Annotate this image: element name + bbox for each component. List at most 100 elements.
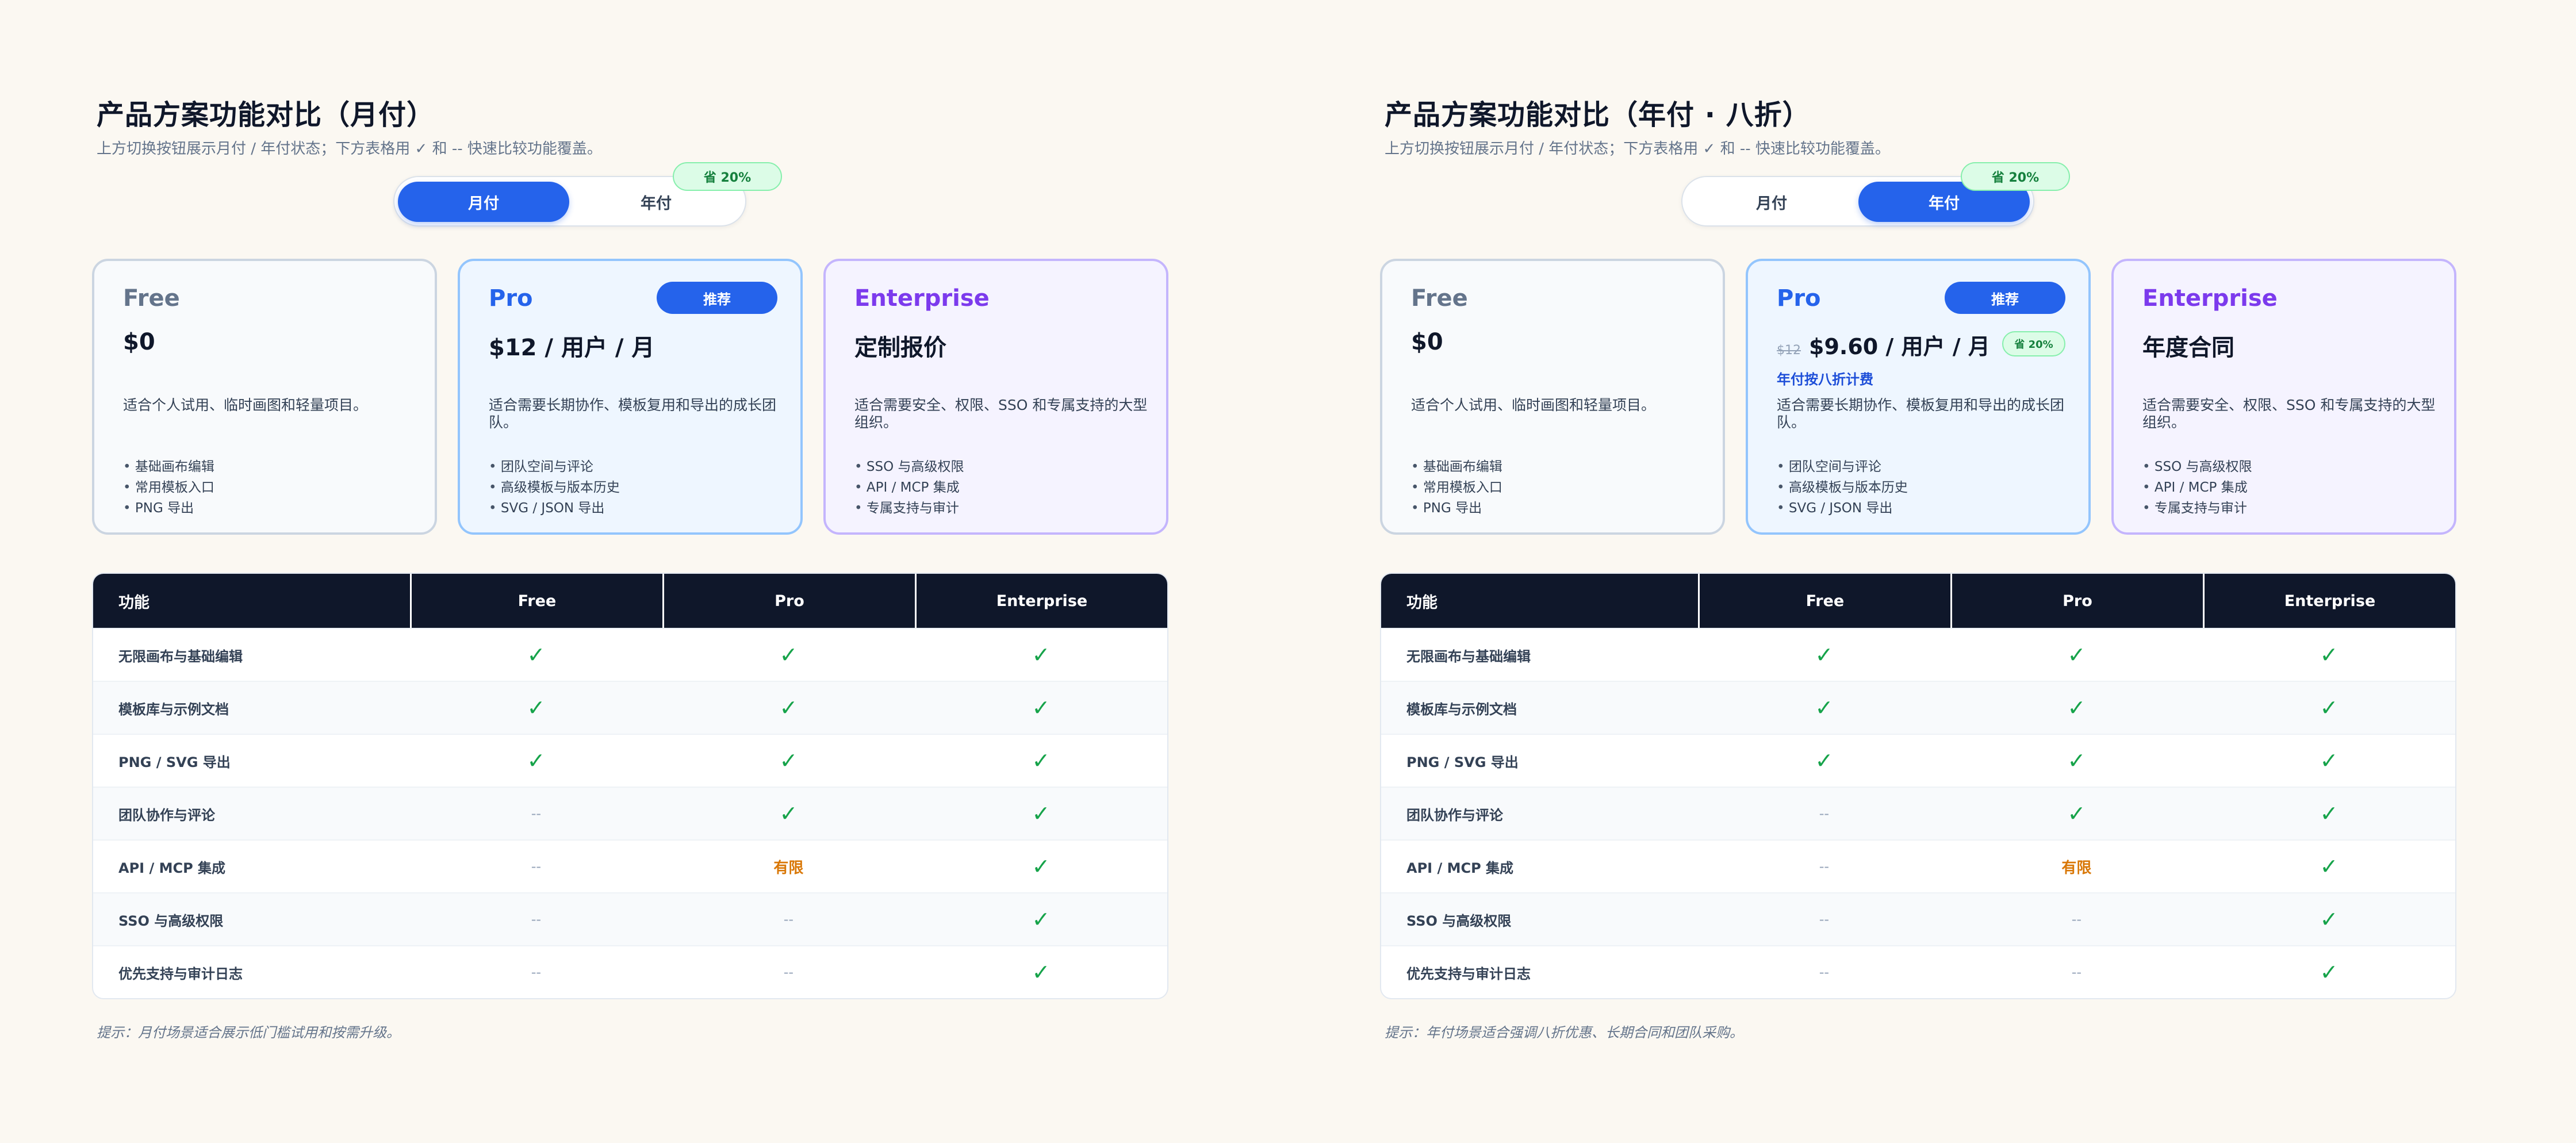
plan-feature: 团队空间与评论 [489,457,620,477]
feature-cell-included: ✓ [915,946,1167,998]
feature-cell-included: ✓ [2203,682,2455,734]
check-icon: ✓ [2320,854,2339,879]
plan-feature: SSO 与高级权限 [2142,457,2252,477]
plan-feature: PNG 导出 [123,498,214,519]
feature-cell-included: ✓ [1698,629,1950,681]
plan-feature: API / MCP 集成 [854,477,964,498]
monthly-pricing-panel: 产品方案功能对比（月付） 上方切换按钮展示月付 / 年付状态；下方表格用 ✓ 和… [92,0,1173,1143]
plan-card-enterprise[interactable]: Enterprise 年度合同 适合需要安全、权限、SSO 和专属支持的大型组织… [2111,259,2456,535]
plan-feature: 基础画布编辑 [1411,457,1502,477]
feature-cell-included: ✓ [2203,629,2455,681]
plan-card-pro[interactable]: Pro 推荐 $12 / 用户 / 月 适合需要长期协作、模板复用和导出的成长团… [458,259,803,535]
check-icon: ✓ [779,748,798,773]
feature-comparison-table: 功能 Free Pro Enterprise 无限画布与基础编辑 ✓ ✓ ✓ 模板库与示例文档 ✓… [92,573,1168,999]
plan-feature: SVG / JSON 导出 [489,498,620,519]
plan-name: Pro [489,285,533,312]
plan-feature: PNG 导出 [1411,498,1502,519]
feature-name: 无限画布与基础编辑 [1406,648,1531,665]
plan-name: Pro [1777,285,1821,312]
check-icon: ✓ [1032,854,1051,879]
feature-name: 优先支持与审计日志 [1406,965,1531,982]
plan-card-pro[interactable]: Pro 推荐 $12 $9.60 / 用户 / 月 省 20% 年付按八折计费 … [1746,259,2091,535]
plan-feature: 团队空间与评论 [1777,457,1908,477]
plan-feature-list: 基础画布编辑 常用模板入口 PNG 导出 [1411,457,1502,519]
original-price: $12 [1777,343,1801,358]
feature-cell-excluded: -- [1698,841,1950,892]
feature-cell-included: ✓ [915,735,1167,787]
plan-feature: SVG / JSON 导出 [1777,498,1908,519]
plan-description: 适合个人试用、临时画图和轻量项目。 [1411,397,1656,413]
table-row: SSO 与高级权限 -- -- ✓ [1381,892,2455,945]
page-title: 产品方案功能对比（年付 · 八折） [1385,99,1811,131]
column-header: Enterprise [2202,574,2455,628]
column-header: Free [1697,574,1950,628]
feature-cell-included: ✓ [410,629,662,681]
column-header: Free [409,574,662,628]
feature-cell-included: ✓ [1698,735,1950,787]
plan-description: 适合需要安全、权限、SSO 和专属支持的大型组织。 [854,397,1148,431]
table-row: API / MCP 集成 -- 有限 ✓ [1381,839,2455,892]
feature-cell-included: ✓ [915,893,1167,945]
feature-cell-excluded: -- [410,893,662,945]
feature-cell-included: ✓ [2203,788,2455,839]
feature-cell-included: ✓ [662,629,915,681]
check-icon: ✓ [2320,642,2339,668]
check-icon: ✓ [1032,695,1051,720]
feature-cell-included: ✓ [1698,682,1950,734]
plan-feature: API / MCP 集成 [2142,477,2252,498]
page-subtitle: 上方切换按钮展示月付 / 年付状态；下方表格用 ✓ 和 -- 快速比较功能覆盖。 [1385,140,1890,158]
feature-cell-excluded: -- [1950,893,2203,945]
column-header: 功能 [118,593,150,612]
feature-cell-included: ✓ [410,682,662,734]
feature-cell-excluded: -- [410,946,662,998]
check-icon: ✓ [1032,642,1051,668]
check-icon: ✓ [1032,960,1051,985]
check-icon: ✓ [2320,960,2339,985]
check-icon: ✓ [1032,907,1051,932]
feature-cell-excluded: -- [662,893,915,945]
table-row: API / MCP 集成 -- 有限 ✓ [93,839,1167,892]
plan-feature: 专属支持与审计 [2142,498,2252,519]
monthly-toggle-button[interactable]: 月付 [1686,182,1857,222]
dash-icon: -- [1819,858,1830,874]
recommended-badge: 推荐 [1945,282,2065,314]
check-icon: ✓ [527,748,546,773]
feature-cell-included: ✓ [2203,841,2455,892]
check-icon: ✓ [527,695,546,720]
dash-icon: -- [1819,964,1830,980]
plan-price: 年度合同 [2142,335,2234,361]
check-icon: ✓ [2320,801,2339,826]
plan-feature: SSO 与高级权限 [854,457,964,477]
plan-price: $9.60 / 用户 / 月 [1809,334,1990,359]
dash-icon: -- [1819,911,1830,927]
check-icon: ✓ [2320,748,2339,773]
feature-cell-included: ✓ [915,841,1167,892]
plan-price: $0 [123,329,155,355]
dash-icon: -- [783,911,794,927]
feature-name: 优先支持与审计日志 [118,965,243,982]
feature-cell-included: ✓ [915,682,1167,734]
monthly-toggle-button[interactable]: 月付 [398,182,569,222]
plan-name: Free [123,285,180,312]
price-note: 年付按八折计费 [1777,371,1873,388]
feature-name: 无限画布与基础编辑 [118,648,243,665]
feature-cell-included: ✓ [915,629,1167,681]
table-row: 团队协作与评论 -- ✓ ✓ [93,787,1167,839]
plan-card-free[interactable]: Free $0 适合个人试用、临时画图和轻量项目。 基础画布编辑 常用模板入口 … [92,259,437,535]
plan-card-free[interactable]: Free $0 适合个人试用、临时画图和轻量项目。 基础画布编辑 常用模板入口 … [1380,259,1725,535]
plan-card-enterprise[interactable]: Enterprise 定制报价 适合需要安全、权限、SSO 和专属支持的大型组织… [823,259,1168,535]
dash-icon: -- [783,964,794,980]
check-icon: ✓ [1815,642,1834,668]
dash-icon: -- [2071,911,2082,927]
plan-name: Enterprise [854,285,990,312]
check-icon: ✓ [1032,801,1051,826]
dash-icon: -- [531,858,542,874]
table-row: 模板库与示例文档 ✓ ✓ ✓ [93,681,1167,734]
plan-feature: 基础画布编辑 [123,457,214,477]
check-icon: ✓ [779,642,798,668]
check-icon: ✓ [1815,748,1834,773]
check-icon: ✓ [1815,695,1834,720]
plan-name: Enterprise [2142,285,2278,312]
feature-cell-included: ✓ [1950,788,2203,839]
save-badge: 省 20% [1961,162,2070,191]
